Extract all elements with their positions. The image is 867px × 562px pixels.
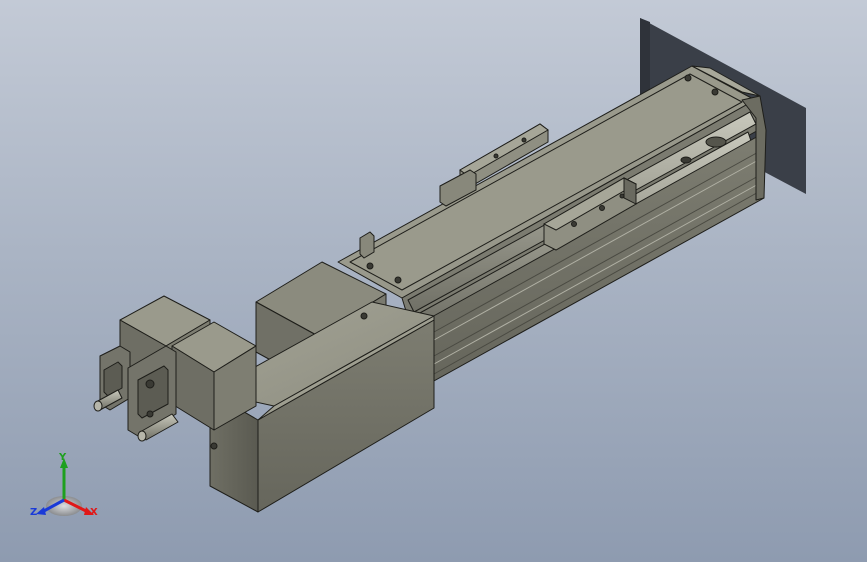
graphics-viewport[interactable]: Y X Z (0, 0, 867, 562)
coordinate-triad[interactable]: Y X Z (30, 452, 98, 518)
x-axis-label: X (90, 507, 98, 518)
model-view[interactable]: Y X Z (0, 0, 867, 562)
z-axis-arrowhead (36, 507, 46, 515)
z-axis-label: Z (30, 507, 37, 518)
y-axis-label: Y (58, 452, 67, 463)
